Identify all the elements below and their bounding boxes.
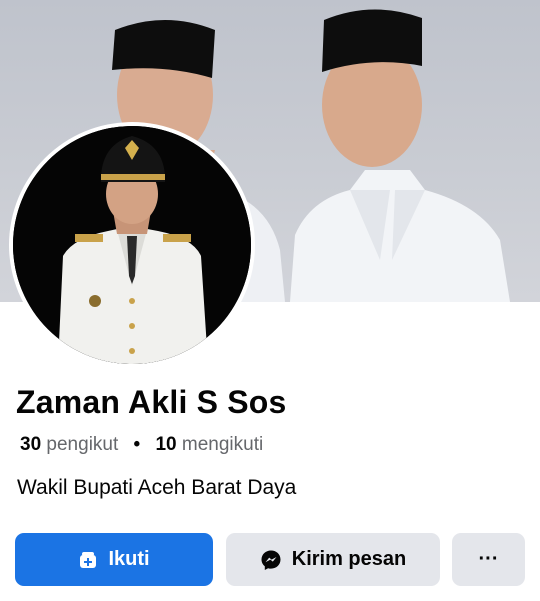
more-dots-icon: ··· xyxy=(478,548,499,570)
follow-stats: 30 pengikut • 10 mengikuti xyxy=(20,434,263,456)
profile-photo[interactable] xyxy=(13,126,251,364)
profile-name: Zaman Akli S Sos xyxy=(16,384,287,420)
follow-user-icon xyxy=(78,550,98,570)
followers-label[interactable]: pengikut xyxy=(46,434,118,455)
following-label[interactable]: mengikuti xyxy=(182,434,263,455)
send-message-label: Kirim pesan xyxy=(291,548,407,570)
stats-separator: • xyxy=(133,434,141,455)
following-count[interactable]: 10 xyxy=(155,434,176,455)
follow-button[interactable]: Ikuti xyxy=(15,533,213,586)
follow-button-label: Ikuti xyxy=(108,548,150,570)
more-options-button[interactable]: ··· xyxy=(452,533,525,586)
followers-count[interactable]: 30 xyxy=(20,434,41,455)
messenger-icon xyxy=(260,549,282,571)
profile-bio: Wakil Bupati Aceh Barat Daya xyxy=(17,476,297,499)
send-message-button[interactable]: Kirim pesan xyxy=(226,533,440,586)
